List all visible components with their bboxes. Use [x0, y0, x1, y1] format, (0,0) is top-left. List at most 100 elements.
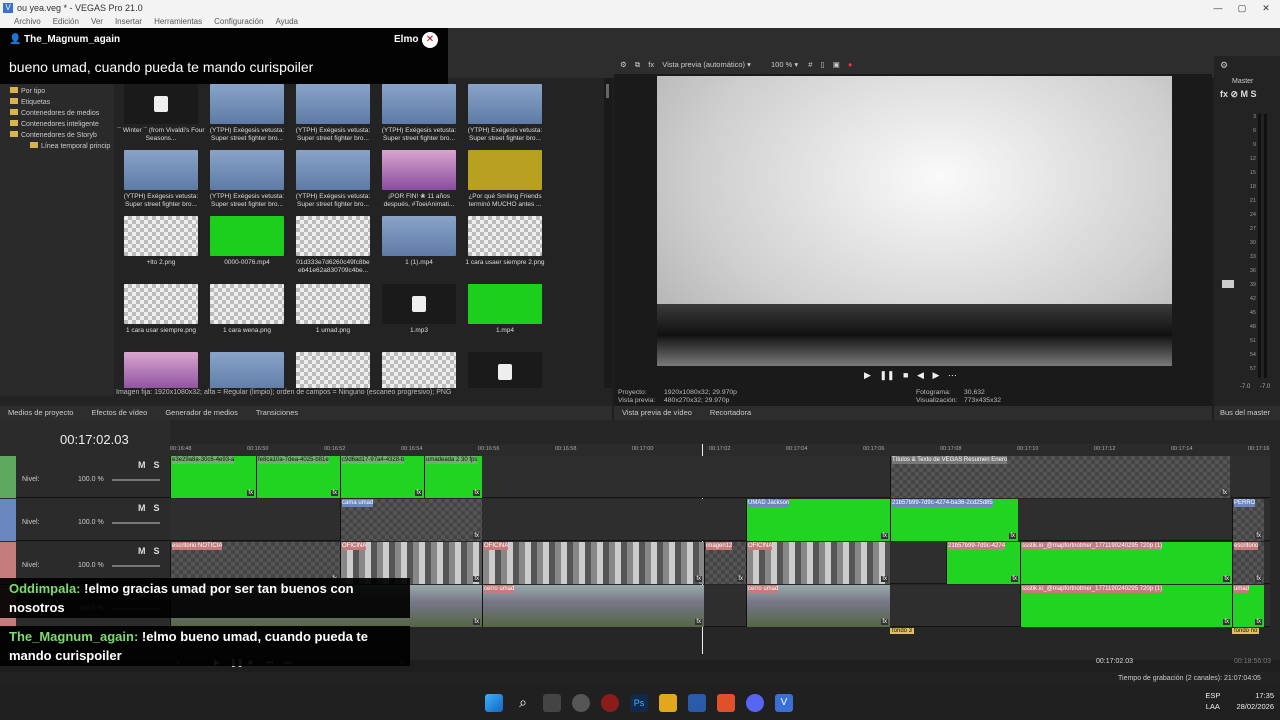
media-item[interactable]: (YTPH) Exégesis vetusta: Super street fi… — [288, 148, 374, 216]
timeline-clip[interactable]: escritorio fx — [1232, 542, 1264, 584]
fx-icon[interactable]: fx — [881, 619, 888, 625]
menu-item[interactable]: Configuración — [214, 17, 263, 26]
level-slider[interactable] — [112, 522, 160, 524]
fx-icon[interactable]: fx — [473, 533, 480, 539]
panel-tab[interactable]: Efectos de vídeo — [91, 408, 147, 417]
media-item[interactable]: (YTPH) Exégesis vetusta: Super street fi… — [460, 82, 546, 150]
discord-icon[interactable] — [746, 694, 764, 712]
timeline-clip[interactable]: ssstik.io_@mapfortnotmer_1771190240295 7… — [1020, 585, 1232, 627]
timeline-clip[interactable]: OFICINA fx — [482, 542, 704, 584]
media-item[interactable]: 1 umad.png — [288, 282, 374, 350]
media-item[interactable] — [116, 350, 202, 388]
timeline-clip[interactable]: umadeada 2 30 fps fx — [424, 456, 482, 498]
app-icon[interactable] — [543, 694, 561, 712]
fx-icon[interactable]: fx — [247, 490, 254, 496]
panel-tab[interactable]: Generador de medios — [165, 408, 238, 417]
close-button[interactable]: ✕ — [1254, 0, 1278, 16]
fx-icon[interactable]: fx — [415, 490, 422, 496]
word-icon[interactable] — [688, 694, 706, 712]
timeline-clip[interactable]: c9d6ad17-97a4-4328-b fx — [340, 456, 424, 498]
minimize-button[interactable]: — — [1206, 0, 1230, 16]
tree-item[interactable]: Por tipo — [0, 86, 114, 97]
tree-item[interactable]: Línea temporal princip — [0, 141, 114, 152]
play-icon[interactable]: ▶ — [864, 370, 871, 380]
media-item[interactable]: ¿Por qué Smiling Friends terminó MUCHO a… — [460, 148, 546, 216]
gear-icon[interactable]: ⚙ — [1220, 60, 1228, 71]
timeline-clip[interactable]: PERRO fx — [1232, 499, 1264, 541]
grid-icon[interactable]: # — [808, 60, 812, 69]
external-monitor-icon[interactable]: ⧉ — [635, 60, 640, 69]
timeline-clip[interactable]: UMAD Jackson fx — [746, 499, 890, 541]
mute-button[interactable]: M — [138, 503, 146, 513]
preview-tab[interactable]: Vista previa de vídeo — [622, 408, 692, 417]
timeline-clip[interactable]: cama umad fx — [340, 499, 482, 541]
menu-item[interactable]: Herramientas — [154, 17, 202, 26]
fx-icon[interactable]: fx — [1223, 619, 1230, 625]
media-item[interactable] — [460, 350, 546, 388]
fx-icon[interactable]: fx — [1221, 490, 1228, 496]
fx-icon[interactable]: fx — [1011, 576, 1018, 582]
media-item[interactable]: (YTPH) Exégesis vetusta: Super street fi… — [202, 148, 288, 216]
menu-item[interactable]: Edición — [53, 17, 79, 26]
timeline-clip[interactable]: cerro umad fx — [746, 585, 890, 627]
fx-icon[interactable]: fx — [1255, 533, 1262, 539]
media-item[interactable]: (YTPH) Exégesis vetusta: Super street fi… — [116, 148, 202, 216]
gear-icon[interactable]: ⚙ — [620, 60, 627, 69]
previous-frame-icon[interactable]: ◀ — [917, 370, 924, 380]
mute-button[interactable]: M — [138, 546, 146, 556]
timeline-clip[interactable]: imagen12 fx — [704, 542, 746, 584]
language-indicator[interactable]: ESP — [1205, 690, 1220, 701]
timeline-clip[interactable]: ssstik.io_@mapfortnotmer_1771190240295 7… — [1020, 542, 1232, 584]
level-slider[interactable] — [112, 479, 160, 481]
master-controls[interactable]: fx ⊘ M S — [1220, 89, 1257, 100]
track-header[interactable]: Nivel: 100.0 % MS — [0, 499, 170, 541]
media-item[interactable]: (YTPH) Exégesis vetusta: Super street fi… — [288, 82, 374, 150]
split-icon[interactable]: ▯ — [821, 60, 825, 69]
track-header[interactable]: Nivel: 100.0 % MS — [0, 456, 170, 498]
media-scrollbar[interactable] — [604, 78, 612, 388]
search-icon[interactable]: ⌕ — [514, 694, 532, 712]
fx-icon[interactable]: fx — [473, 576, 480, 582]
save-frame-icon[interactable]: ▣ — [833, 60, 840, 69]
timeline-clip[interactable]: umad fx — [1232, 585, 1264, 627]
media-item[interactable]: (YTPH) Exégesis vetusta: Super street fi… — [374, 82, 460, 150]
fx-icon[interactable]: fx — [881, 533, 888, 539]
media-item[interactable] — [288, 350, 374, 388]
media-item[interactable]: 1.mp4 — [460, 282, 546, 350]
next-frame-icon[interactable]: ▶ — [932, 370, 939, 380]
fx-icon[interactable]: fx — [1255, 619, 1262, 625]
mute-button[interactable]: M — [138, 460, 146, 470]
fx-icon[interactable]: fx — [473, 490, 480, 496]
media-item[interactable]: 01d333e7d6260c49fc8be eb41e62a830709c4be… — [288, 214, 374, 282]
more-icon[interactable]: ⋯ — [948, 370, 957, 380]
brave-icon[interactable] — [717, 694, 735, 712]
timeline-clip[interactable]: 21b57b99-7d9c-4274 fx — [946, 542, 1020, 584]
menu-item[interactable]: Ver — [91, 17, 103, 26]
fx-icon[interactable]: fx — [648, 60, 654, 69]
media-item[interactable]: 1 cara usaer siempre 2.png — [460, 214, 546, 282]
master-tab[interactable]: Bus del master — [1214, 406, 1280, 420]
preview-mode-dropdown[interactable]: Vista previa (automático) — [662, 60, 745, 69]
media-item[interactable]: 1 (1).mp4 — [374, 214, 460, 282]
timeline-clip[interactable]: OFICINA fx — [746, 542, 890, 584]
media-item[interactable] — [202, 350, 288, 388]
folder-icon[interactable] — [659, 694, 677, 712]
media-item[interactable]: +lto 2.png — [116, 214, 202, 282]
fx-icon[interactable]: fx — [881, 576, 888, 582]
preview-tab[interactable]: Recortadora — [710, 408, 751, 417]
media-item[interactable]: ¡POR FIN! ❀ 11 años después, #ToeiAnimat… — [374, 148, 460, 216]
tree-item[interactable]: Contenedores de Storyb — [0, 130, 114, 141]
solo-button[interactable]: S — [154, 460, 160, 470]
timeline-clip[interactable]: fe8ca10a-7dea-4025-b81e fx — [256, 456, 340, 498]
media-item[interactable]: (YTPH) Exégesis vetusta: Super street fi… — [202, 82, 288, 150]
pause-icon[interactable]: ❚❚ — [879, 370, 894, 380]
solo-button[interactable]: S — [154, 546, 160, 556]
zoom-dropdown[interactable]: 100 % — [771, 60, 792, 69]
media-item[interactable] — [374, 350, 460, 388]
fx-icon[interactable]: fx — [695, 619, 702, 625]
fx-icon[interactable]: fx — [695, 576, 702, 582]
media-item[interactable]: ¯ Winter ¯ (from Vivaldi's Four Seasons.… — [116, 82, 205, 150]
record-icon[interactable]: ● — [848, 60, 853, 69]
fx-icon[interactable]: fx — [473, 619, 480, 625]
menu-item[interactable]: Archivo — [14, 17, 41, 26]
